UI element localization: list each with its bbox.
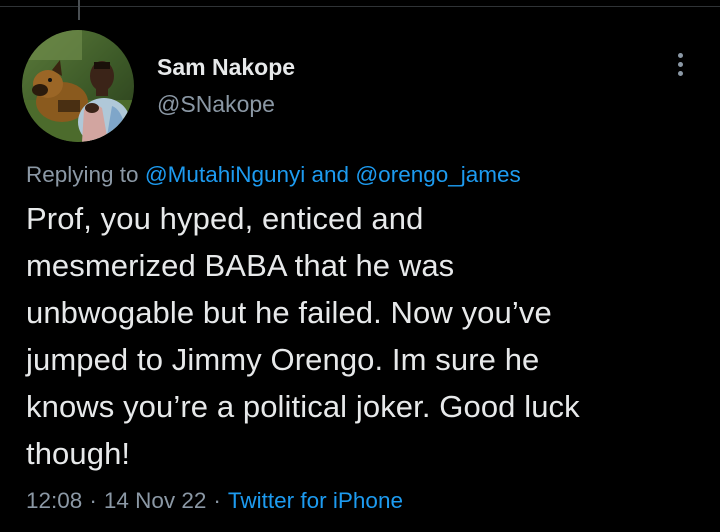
tweet-source-link[interactable]: Twitter for iPhone (228, 488, 403, 513)
reply-conjunction: and (311, 162, 350, 187)
avatar[interactable] (22, 30, 134, 142)
tweet-text-line: knows you’re a political joker. Good luc… (26, 389, 580, 424)
tweet-date[interactable]: 14 Nov 22 (104, 488, 207, 513)
meta-separator: · (89, 488, 97, 513)
tweet-text-line: though! (26, 436, 131, 471)
tweet-text-line: jumped to Jimmy Orengo. Im sure he (26, 342, 540, 377)
tweet-text-line: unbwogable but he failed. Now you’ve (26, 295, 552, 330)
tweet-text: Prof, you hyped, enticed and mesmerized … (26, 195, 716, 477)
author-handle[interactable]: @SNakope (157, 90, 295, 118)
mention-link-orengo-james[interactable]: @orengo_james (355, 162, 520, 187)
more-options-button[interactable] (666, 47, 694, 83)
thread-connector-line (78, 0, 80, 20)
mention-link-mutahingunyi[interactable]: @MutahiNgunyi (145, 162, 305, 187)
top-divider (0, 6, 720, 7)
reply-context: Replying to @MutahiNgunyi and @orengo_ja… (26, 160, 521, 190)
tweet-time[interactable]: 12:08 (26, 488, 82, 513)
author-block[interactable]: Sam Nakope @SNakope (157, 53, 295, 118)
tweet-text-line: Prof, you hyped, enticed and (26, 201, 424, 236)
tweet-metadata: 12:08 · 14 Nov 22 · Twitter for iPhone (26, 486, 403, 516)
meta-separator: · (213, 488, 221, 513)
tweet-text-line: mesmerized BABA that he was (26, 248, 455, 283)
avatar-image (22, 30, 134, 142)
author-display-name[interactable]: Sam Nakope (157, 53, 295, 81)
reply-prefix: Replying to (26, 162, 139, 187)
